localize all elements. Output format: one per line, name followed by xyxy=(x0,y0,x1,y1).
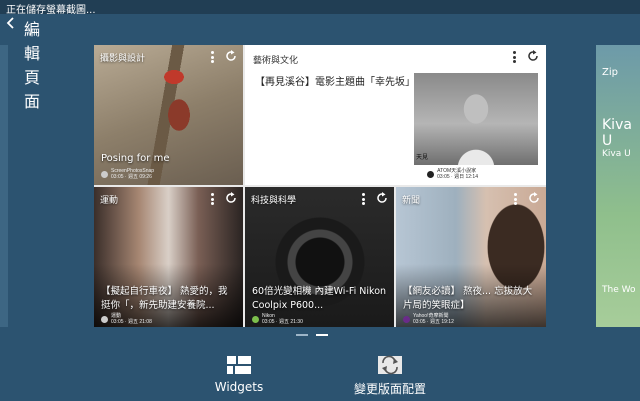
tile-category: 科技與科學 xyxy=(251,196,297,206)
tile-photography[interactable]: 攝影與設計 Posing for me ScreenPhotosSnap 03:… xyxy=(94,45,243,185)
source-avatar-icon xyxy=(252,315,259,323)
page-dot-2[interactable] xyxy=(316,334,328,336)
tile-source-text: ScreenPhotosSnap 03:05 · 週五 09:26 xyxy=(111,168,155,180)
status-bar: 正在儲存螢幕截圖... xyxy=(0,0,640,16)
source-avatar-icon xyxy=(101,170,108,178)
tile-sports[interactable]: 運動 【擬起自行車夜】 熱愛的，我 挺你「，新先助建安養院... 運動 03:0… xyxy=(94,187,243,327)
more-options-icon[interactable] xyxy=(513,51,516,63)
more-options-icon[interactable] xyxy=(514,193,517,205)
refresh-icon[interactable] xyxy=(225,50,237,62)
more-options-icon[interactable] xyxy=(211,193,214,205)
peek-text-3: Kiva U xyxy=(602,149,631,159)
page-preview-panel[interactable]: 攝影與設計 Posing for me ScreenPhotosSnap 03:… xyxy=(94,45,546,327)
tile-source: 運動 03:05 · 週五 21:08 xyxy=(101,313,152,325)
peek-text-2: Kiva U xyxy=(602,117,632,149)
tile-source: ScreenPhotosSnap 03:05 · 週五 09:26 xyxy=(101,168,154,180)
tile-caption: Posing for me xyxy=(101,153,170,164)
source-avatar-icon xyxy=(427,170,435,178)
page-indicator xyxy=(296,334,328,336)
tile-category: 攝影與設計 xyxy=(100,54,146,64)
tile-caption: 【擬起自行車夜】 熱愛的，我 挺你「，新先助建安養院... xyxy=(101,286,228,311)
tile-caption: 60倍光變相機 內建Wi-Fi Nikon Coolpix P600... xyxy=(252,286,387,311)
more-options-icon[interactable] xyxy=(362,193,365,205)
photo-tag: 天見 xyxy=(416,155,429,161)
change-layout-label: 變更版面配置 xyxy=(353,382,426,396)
widgets-icon xyxy=(227,356,251,374)
refresh-icon[interactable] xyxy=(225,192,237,204)
change-layout-icon xyxy=(378,355,402,375)
refresh-icon[interactable] xyxy=(376,192,388,204)
tile-source: ATOM天溪小說家 03:05 · 週日 12:14 xyxy=(427,168,478,180)
next-page-preview[interactable]: Zip Kiva U Kiva U The Wo xyxy=(596,45,640,327)
tile-source-text: 運動 03:05 · 週五 21:08 xyxy=(111,313,152,325)
tile-arts-culture[interactable]: 藝術與文化 【再見溪谷】電影主題曲「幸先坂」 天見 ATOM天溪小說家 03:0… xyxy=(245,45,546,185)
tile-caption: 【網友必讀】 熬夜... 忘拔放大 片局的笑眼症】 xyxy=(403,286,533,311)
tile-source-text: Nikon 03:05 · 週五 21:30 xyxy=(262,313,303,325)
tile-category: 新聞 xyxy=(402,196,421,206)
peek-text-4: The Wo xyxy=(602,285,636,295)
page-dot-1[interactable] xyxy=(296,334,308,336)
tile-source: Nikon 03:05 · 週五 21:30 xyxy=(252,313,303,325)
tile-source-text: ATOM天溪小說家 03:05 · 週日 12:14 xyxy=(437,168,478,180)
source-avatar-icon xyxy=(101,315,108,323)
back-arrow-icon[interactable] xyxy=(4,16,18,30)
page-title: 編輯頁面 xyxy=(24,20,41,111)
more-options-icon[interactable] xyxy=(211,51,214,63)
tile-source: Yahoo!奇摩新聞 03:05 · 週五 19:12 xyxy=(403,313,454,325)
widgets-button[interactable]: Widgets xyxy=(214,355,264,394)
article-photo: 天見 xyxy=(414,73,538,165)
refresh-icon[interactable] xyxy=(528,192,540,204)
source-avatar-icon xyxy=(403,315,410,323)
widgets-label: Widgets xyxy=(214,380,264,394)
tile-headline: 【再見溪谷】電影主題曲「幸先坂」 xyxy=(255,77,415,88)
change-layout-button[interactable]: 變更版面配置 xyxy=(352,355,428,397)
status-text: 正在儲存螢幕截圖... xyxy=(6,5,96,16)
tile-category: 運動 xyxy=(100,196,119,206)
tile-news[interactable]: 新聞 【網友必讀】 熬夜... 忘拔放大 片局的笑眼症】 Yahoo!奇摩新聞 … xyxy=(396,187,546,327)
tile-category: 藝術與文化 xyxy=(253,56,299,66)
tile-source-text: Yahoo!奇摩新聞 03:05 · 週五 19:12 xyxy=(413,313,454,325)
previous-page-preview[interactable] xyxy=(0,45,8,327)
tile-technology-science[interactable]: 科技與科學 60倍光變相機 內建Wi-Fi Nikon Coolpix P600… xyxy=(245,187,394,327)
refresh-icon[interactable] xyxy=(527,50,539,62)
peek-text-1: Zip xyxy=(602,67,618,78)
